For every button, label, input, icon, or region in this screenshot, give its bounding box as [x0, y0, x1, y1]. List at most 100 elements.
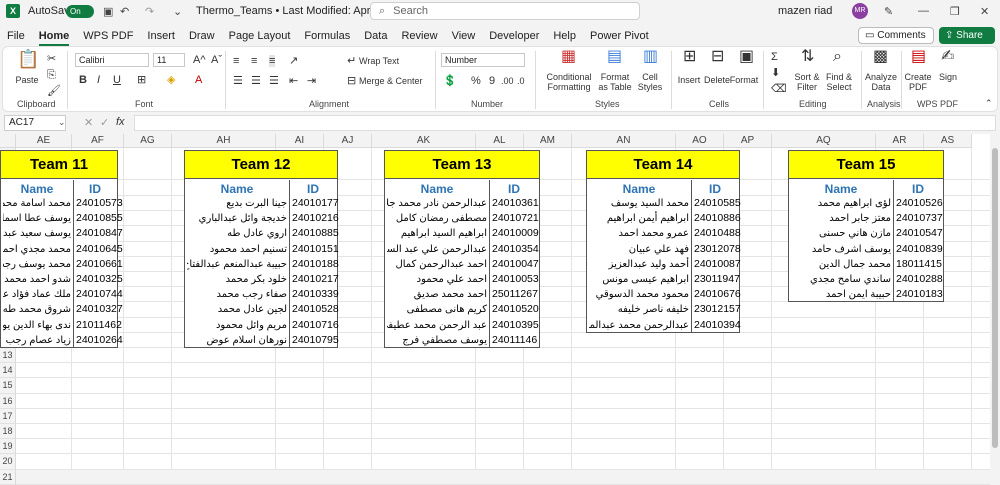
member-id-cell[interactable]: 24010394	[694, 318, 741, 333]
member-name-cell[interactable]: محمد اسامة محمد عبدالعزيز	[3, 196, 71, 211]
menu-page-layout[interactable]: Page Layout	[222, 26, 298, 46]
paste-button[interactable]: Paste	[11, 75, 43, 85]
member-name-cell[interactable]: عبدالرحمن علي عبد السلام	[387, 242, 487, 257]
id-column-header[interactable]: ID	[73, 181, 117, 197]
member-name-cell[interactable]: مريم وائل محمود	[187, 318, 287, 333]
column-header[interactable]: AP	[724, 134, 772, 148]
font-color-icon[interactable]: A	[195, 74, 202, 86]
column-header[interactable]: AF	[72, 134, 124, 148]
member-name-cell[interactable]: مصطفى رمضان كامل	[387, 211, 487, 226]
member-id-cell[interactable]: 24010009	[492, 226, 539, 241]
id-column-header[interactable]: ID	[289, 181, 337, 197]
member-name-cell[interactable]: شروق محمد طه سالم	[3, 302, 71, 317]
member-name-cell[interactable]: محمد مجدي احمد	[3, 242, 71, 257]
member-id-cell[interactable]: 24010327	[76, 302, 123, 317]
enter-icon[interactable]: ✓	[100, 116, 109, 129]
row-header[interactable]: 21	[0, 469, 16, 485]
percent-icon[interactable]: %	[471, 75, 481, 87]
save-icon[interactable]: ▣	[103, 3, 113, 19]
member-name-cell[interactable]: عمرو محمد احمد	[589, 226, 689, 241]
menu-view[interactable]: View	[445, 26, 483, 46]
member-name-cell[interactable]: احمد محمد صديق	[387, 287, 487, 302]
row-header[interactable]: 16	[0, 393, 16, 409]
autosum-icon[interactable]: Σ	[771, 51, 778, 63]
increase-decimal-icon[interactable]: .00	[501, 75, 514, 87]
row-header[interactable]: 19	[0, 439, 16, 455]
cancel-icon[interactable]: ✕	[84, 116, 93, 129]
minimize-icon[interactable]: —	[918, 3, 929, 19]
member-id-cell[interactable]: 24010520	[492, 302, 539, 317]
member-id-cell[interactable]: 24010526	[896, 196, 943, 211]
member-id-cell[interactable]: 25011267	[492, 287, 538, 302]
font-name-select[interactable]: Calibri	[75, 53, 149, 67]
member-id-cell[interactable]: 24010151	[292, 242, 339, 257]
member-name-cell[interactable]: ندى بهاء الدين يوسف	[3, 318, 71, 333]
avatar[interactable]: MR	[852, 3, 868, 19]
menu-formulas[interactable]: Formulas	[297, 26, 357, 46]
align-top-icon[interactable]: ≡	[233, 55, 239, 67]
member-id-cell[interactable]: 24010661	[76, 257, 123, 272]
align-middle-icon[interactable]: ≡	[251, 55, 257, 67]
row-header[interactable]: 20	[0, 454, 16, 470]
sort-filter-button[interactable]: Sort & Filter	[791, 72, 823, 92]
member-name-cell[interactable]: يوسف عطا اسماعيل	[3, 211, 71, 226]
column-header[interactable]: AN	[572, 134, 676, 148]
menu-review[interactable]: Review	[394, 26, 444, 46]
member-id-cell[interactable]: 24010885	[292, 226, 339, 241]
member-id-cell[interactable]: 18011415	[896, 257, 942, 272]
member-id-cell[interactable]: 24010795	[292, 333, 339, 348]
menu-data[interactable]: Data	[357, 26, 394, 46]
member-id-cell[interactable]: 24010744	[76, 287, 123, 302]
member-id-cell[interactable]: 24010217	[292, 272, 339, 287]
team-title[interactable]: Team 12	[185, 151, 337, 179]
member-id-cell[interactable]: 24010721	[492, 211, 539, 226]
font-size-select[interactable]: 11	[153, 53, 185, 67]
column-header[interactable]: AE	[16, 134, 72, 148]
member-id-cell[interactable]: 24010053	[492, 272, 539, 287]
decrease-decimal-icon[interactable]: .0	[517, 75, 525, 87]
member-name-cell[interactable]: كريم هانى مصطفى	[387, 302, 487, 317]
delete-cells-button[interactable]: Delete	[703, 75, 731, 85]
align-center-icon[interactable]: ☰	[251, 75, 261, 87]
close-icon[interactable]: ✕	[980, 3, 989, 19]
member-id-cell[interactable]: 24010886	[694, 211, 741, 226]
member-name-cell[interactable]: عبد الرحمن محمد عطيفي	[387, 318, 487, 333]
member-name-cell[interactable]: محمد يوسف رجب	[3, 257, 71, 272]
member-id-cell[interactable]: 21011462	[76, 318, 122, 333]
currency-icon[interactable]: 💲	[443, 75, 457, 87]
format-as-table-button[interactable]: Format as Table	[595, 72, 635, 92]
comments-button[interactable]: ▭ Comments	[858, 27, 934, 44]
column-header[interactable]: AJ	[324, 134, 372, 148]
member-name-cell[interactable]: يوسف سعيد عبدالمنعم	[3, 226, 71, 241]
column-header[interactable]: AL	[476, 134, 524, 148]
column-header[interactable]: AR	[876, 134, 924, 148]
member-name-cell[interactable]: ساندي سامح مجدي	[791, 272, 891, 287]
select-all-corner[interactable]	[0, 134, 16, 148]
member-name-cell[interactable]: احمد عبدالرحمن كمال	[387, 257, 487, 272]
member-name-cell[interactable]: تسنيم احمد محمود	[187, 242, 287, 257]
cell-styles-button[interactable]: Cell Styles	[633, 72, 667, 92]
member-name-cell[interactable]: فهد علي عبيان	[589, 242, 689, 257]
align-left-icon[interactable]: ☰	[233, 75, 243, 87]
comma-icon[interactable]: 9	[489, 75, 495, 87]
member-name-cell[interactable]: صفاء رجب محمد	[187, 287, 287, 302]
member-id-cell[interactable]: 24010839	[896, 242, 943, 257]
member-id-cell[interactable]: 24010488	[694, 226, 741, 241]
member-id-cell[interactable]: 24010183	[896, 287, 943, 302]
member-name-cell[interactable]: عبدالرحمن محمد عبدالمنعم	[589, 318, 689, 333]
row-header[interactable]: 18	[0, 424, 16, 440]
member-name-cell[interactable]: خلود بكر محمد	[187, 272, 287, 287]
member-name-cell[interactable]: محمود محمد الدسوقي	[589, 287, 689, 302]
merge-center-button[interactable]: Merge & Center	[359, 76, 423, 86]
row-header[interactable]: 17	[0, 408, 16, 424]
member-name-cell[interactable]: خليفه ناصر خليفه	[589, 302, 689, 317]
member-name-cell[interactable]: زياد عصام رجب	[3, 333, 71, 348]
fill-color-icon[interactable]: ◈	[167, 74, 175, 86]
member-name-cell[interactable]: اروي عادل طه	[187, 226, 287, 241]
menu-insert[interactable]: Insert	[140, 26, 182, 46]
member-id-cell[interactable]: 24010264	[76, 333, 123, 348]
member-id-cell[interactable]: 24010573	[76, 196, 123, 211]
member-id-cell[interactable]: 24010216	[292, 211, 339, 226]
member-name-cell[interactable]: ملك عماد فؤاد عطية	[3, 287, 71, 302]
paste-icon[interactable]: 📋	[17, 50, 39, 68]
